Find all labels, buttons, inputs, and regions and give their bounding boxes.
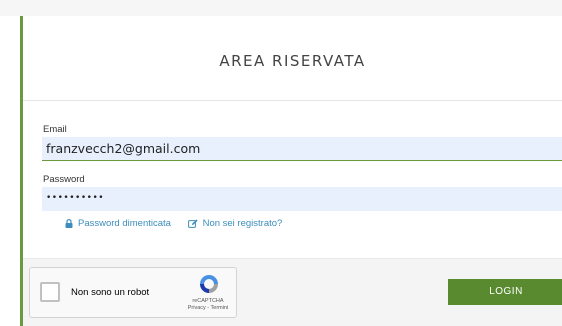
panel-footer: Non sono un robot reCAPTCHA Privacy - Te… — [23, 258, 562, 326]
register-link[interactable]: Non sei registrato? — [187, 218, 283, 229]
forgot-password-link[interactable]: Password dimenticata — [65, 218, 171, 229]
recaptcha-terms[interactable]: Privacy - Termini — [188, 305, 229, 311]
recaptcha-brand: reCAPTCHA Privacy - Termini — [180, 298, 236, 312]
password-field[interactable]: •••••••••• — [42, 187, 562, 211]
panel-header: AREA RISERVATA — [23, 16, 562, 101]
login-button[interactable]: LOGIN — [448, 279, 562, 305]
lock-icon — [65, 219, 73, 228]
email-label: Email — [43, 124, 67, 135]
edit-icon — [187, 219, 198, 228]
recaptcha-logo-icon — [200, 275, 218, 293]
recaptcha-checkbox[interactable] — [40, 282, 60, 302]
page-title: AREA RISERVATA — [219, 52, 366, 70]
email-field[interactable]: franzvecch2@gmail.com — [42, 137, 562, 161]
login-panel: AREA RISERVATA Email franzvecch2@gmail.c… — [20, 16, 562, 326]
auth-links: Password dimenticata Non sei registrato? — [65, 218, 296, 231]
recaptcha-brand-text: reCAPTCHA — [192, 298, 224, 304]
password-label: Password — [43, 174, 85, 185]
top-strip — [0, 0, 562, 16]
register-label: Non sei registrato? — [202, 218, 283, 229]
forgot-password-label: Password dimenticata — [78, 218, 171, 229]
recaptcha-label: Non sono un robot — [71, 287, 150, 298]
recaptcha-widget: Non sono un robot reCAPTCHA Privacy - Te… — [29, 267, 237, 318]
